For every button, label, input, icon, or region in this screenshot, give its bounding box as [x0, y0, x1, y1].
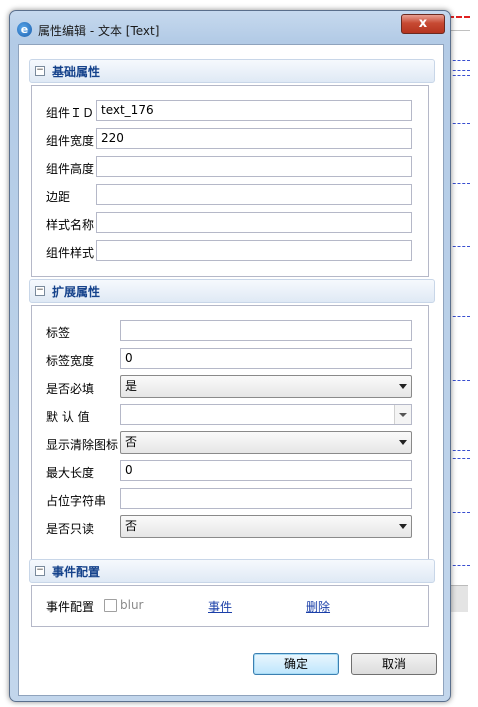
field-label-component-width: 组件宽度: [46, 134, 95, 148]
dialog-title: 属性编辑 - 文本 [Text]: [38, 24, 160, 38]
background-guide: [448, 512, 470, 513]
label-input[interactable]: [120, 320, 412, 341]
required-select[interactable]: 是: [120, 375, 412, 398]
collapse-icon[interactable]: −: [35, 286, 45, 296]
background-guide: [448, 380, 470, 381]
collapse-icon[interactable]: −: [35, 566, 45, 576]
section-body-events: 事件配置 blur 事件 删除: [31, 585, 429, 627]
field-label-label-width: 标签宽度: [46, 354, 95, 368]
dropdown-arrow-icon: [399, 440, 407, 445]
component-style-input[interactable]: [96, 240, 412, 261]
section-body-extended: 标签 标签宽度 0 是否必填 是 默 认 值 显示清除图标 否 最大长度 0 占…: [31, 305, 429, 561]
event-link[interactable]: 事件: [208, 598, 232, 615]
field-label-component-height: 组件高度: [46, 162, 95, 176]
blur-checkbox-label: blur: [120, 598, 144, 612]
readonly-select-value: 否: [125, 519, 138, 533]
background-guide: [448, 565, 470, 566]
field-label-required: 是否必填: [46, 382, 95, 396]
app-logo-icon: e: [17, 22, 32, 37]
placeholder-input[interactable]: [120, 488, 412, 509]
section-title-extended: 扩展属性: [52, 285, 101, 299]
readonly-select[interactable]: 否: [120, 515, 412, 538]
label-width-input[interactable]: 0: [120, 348, 412, 369]
close-button[interactable]: x: [401, 14, 445, 34]
max-length-input[interactable]: 0: [120, 460, 412, 481]
default-value-combo[interactable]: [120, 404, 412, 425]
dropdown-arrow-icon: [399, 384, 407, 389]
field-label-component-style: 组件样式: [46, 246, 95, 260]
dropdown-arrow-icon: [399, 524, 407, 529]
default-value-text: [121, 407, 125, 421]
background-strip: [448, 585, 468, 612]
margin-input[interactable]: [96, 184, 412, 205]
section-header-events[interactable]: − 事件配置: [29, 559, 435, 583]
section-title-basic: 基础属性: [52, 65, 101, 79]
field-label-label: 标签: [46, 326, 71, 340]
required-select-value: 是: [125, 379, 138, 393]
title-bar[interactable]: e 属性编辑 - 文本 [Text] x: [10, 11, 450, 45]
section-header-basic[interactable]: − 基础属性: [29, 59, 435, 83]
show-clear-icon-select[interactable]: 否: [120, 431, 412, 454]
component-height-input[interactable]: [96, 156, 412, 177]
background-guide: [448, 458, 470, 459]
section-title-events: 事件配置: [52, 565, 101, 579]
field-label-show-clear-icon: 显示清除图标: [46, 438, 119, 452]
section-body-basic: 组件ＩＤ text_176 组件宽度 220 组件高度 边距 样式名称 组件样式: [31, 85, 429, 277]
component-id-input[interactable]: text_176: [96, 100, 412, 121]
field-label-default-value: 默 认 值: [46, 410, 90, 424]
cancel-button[interactable]: 取消: [351, 653, 437, 675]
section-header-extended[interactable]: − 扩展属性: [29, 279, 435, 303]
ok-button[interactable]: 确定: [253, 653, 339, 675]
component-width-input[interactable]: 220: [96, 128, 412, 149]
background-guide: [448, 183, 470, 184]
collapse-icon[interactable]: −: [35, 66, 45, 76]
background-guide: [448, 246, 470, 247]
background-guide: [448, 75, 470, 76]
background-guide: [448, 450, 470, 451]
background-guide: [448, 60, 470, 61]
default-value-trigger[interactable]: [394, 405, 411, 424]
blur-checkbox[interactable]: [104, 599, 117, 612]
background-rule: [448, 30, 470, 31]
dialog-content: − 基础属性 组件ＩＤ text_176 组件宽度 220 组件高度 边距 样式…: [18, 44, 444, 696]
chevron-down-icon: [399, 413, 407, 417]
delete-link[interactable]: 删除: [306, 598, 330, 615]
style-name-input[interactable]: [96, 212, 412, 233]
background-guide: [448, 70, 470, 71]
field-label-component-id: 组件ＩＤ: [46, 106, 95, 120]
field-label-margin: 边距: [46, 190, 71, 204]
background-guide: [448, 316, 470, 317]
event-config-label: 事件配置: [46, 600, 95, 614]
show-clear-icon-value: 否: [125, 435, 138, 449]
field-label-style-name: 样式名称: [46, 218, 95, 232]
field-label-max-length: 最大长度: [46, 466, 95, 480]
property-editor-dialog: e 属性编辑 - 文本 [Text] x − 基础属性 组件ＩＤ text_17…: [9, 10, 451, 702]
field-label-placeholder: 占位字符串: [46, 494, 107, 508]
background-guide: [448, 123, 470, 124]
field-label-readonly: 是否只读: [46, 522, 95, 536]
